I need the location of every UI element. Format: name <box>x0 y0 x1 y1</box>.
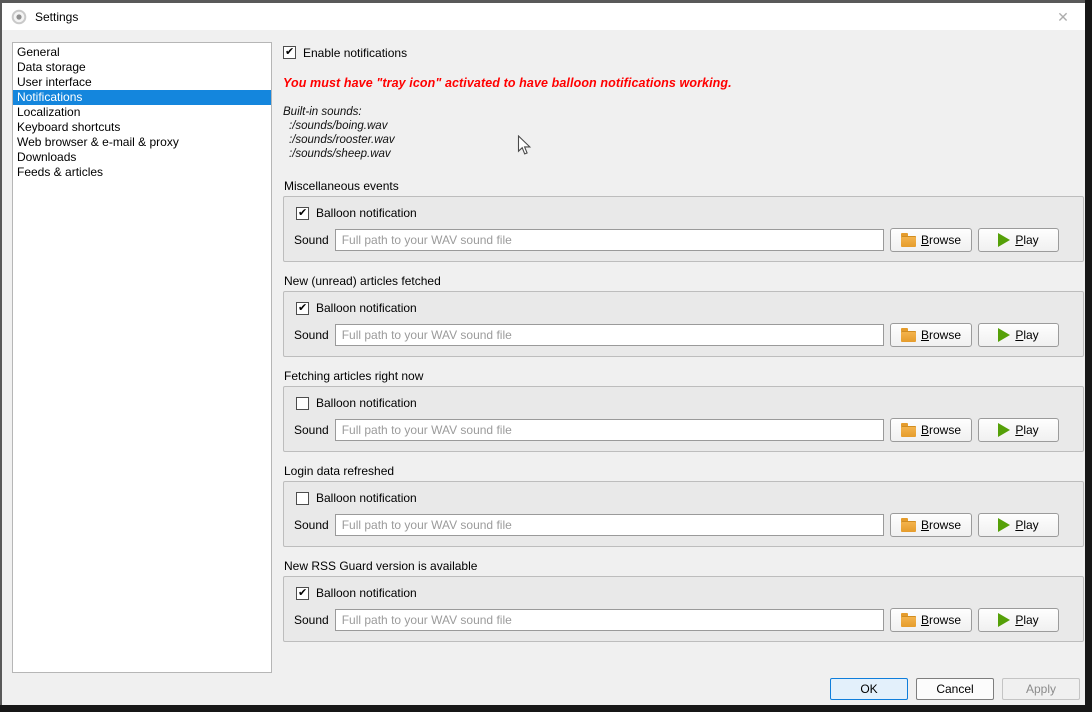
section-title: Login data refreshed <box>283 464 1084 478</box>
sound-label: Sound <box>294 423 329 437</box>
balloon-notification-label: Balloon notification <box>316 586 417 600</box>
browse-button[interactable]: Browse <box>890 228 972 252</box>
section-new-articles-fetched: New (unread) articles fetched Balloon no… <box>283 274 1084 357</box>
section-new-version-available: New RSS Guard version is available Ballo… <box>283 559 1084 642</box>
folder-icon <box>901 521 916 532</box>
balloon-notification-label: Balloon notification <box>316 206 417 220</box>
sound-label: Sound <box>294 233 329 247</box>
play-button[interactable]: Play <box>978 418 1059 442</box>
close-icon[interactable]: ✕ <box>1054 8 1072 26</box>
section-group-box: Balloon notification Sound Browse Play <box>283 291 1084 357</box>
sound-file-path: :/sounds/boing.wav <box>283 119 1084 133</box>
sidebar-item-localization[interactable]: Localization <box>13 105 271 120</box>
balloon-notification-checkbox[interactable] <box>296 587 309 600</box>
balloon-notification-checkbox[interactable] <box>296 302 309 315</box>
section-miscellaneous-events: Miscellaneous events Balloon notificatio… <box>283 179 1084 262</box>
play-icon <box>998 233 1010 247</box>
sound-path-input[interactable] <box>335 609 884 631</box>
sidebar-item-notifications[interactable]: Notifications <box>13 90 271 105</box>
section-title: New RSS Guard version is available <box>283 559 1084 573</box>
title-bar: Settings ✕ <box>2 3 1085 30</box>
sound-path-input[interactable] <box>335 324 884 346</box>
section-fetching-articles-now: Fetching articles right now Balloon noti… <box>283 369 1084 452</box>
folder-icon <box>901 331 916 342</box>
tray-icon-warning: You must have "tray icon" activated to h… <box>283 76 1084 90</box>
browse-button[interactable]: Browse <box>890 418 972 442</box>
folder-icon <box>901 236 916 247</box>
sidebar-item-user-interface[interactable]: User interface <box>13 75 271 90</box>
settings-category-list: General Data storage User interface Noti… <box>12 42 272 673</box>
window-title: Settings <box>35 10 78 24</box>
apply-button[interactable]: Apply <box>1002 678 1080 700</box>
section-title: Fetching articles right now <box>283 369 1084 383</box>
section-group-box: Balloon notification Sound Browse Play <box>283 196 1084 262</box>
section-group-box: Balloon notification Sound Browse Play <box>283 576 1084 642</box>
sound-path-input[interactable] <box>335 229 884 251</box>
section-group-box: Balloon notification Sound Browse Play <box>283 481 1084 547</box>
sound-path-input[interactable] <box>335 514 884 536</box>
folder-icon <box>901 426 916 437</box>
gear-icon <box>11 9 27 25</box>
sidebar-item-downloads[interactable]: Downloads <box>13 150 271 165</box>
balloon-notification-checkbox[interactable] <box>296 492 309 505</box>
browse-button[interactable]: Browse <box>890 608 972 632</box>
section-group-box: Balloon notification Sound Browse Play <box>283 386 1084 452</box>
section-title: New (unread) articles fetched <box>283 274 1084 288</box>
settings-dialog: Settings ✕ General Data storage User int… <box>0 0 1085 705</box>
ok-button[interactable]: OK <box>830 678 908 700</box>
sidebar-item-feeds-articles[interactable]: Feeds & articles <box>13 165 271 180</box>
section-title: Miscellaneous events <box>283 179 1084 193</box>
enable-notifications-checkbox[interactable] <box>283 46 296 59</box>
sidebar-item-web-browser-proxy[interactable]: Web browser & e-mail & proxy <box>13 135 271 150</box>
sound-file-path: :/sounds/rooster.wav <box>283 133 1084 147</box>
section-login-data-refreshed: Login data refreshed Balloon notificatio… <box>283 464 1084 547</box>
folder-icon <box>901 616 916 627</box>
play-icon <box>998 518 1010 532</box>
built-in-sounds-heading: Built-in sounds: <box>283 105 1084 119</box>
built-in-sounds-block: Built-in sounds: :/sounds/boing.wav :/so… <box>283 105 1084 161</box>
sidebar-item-general[interactable]: General <box>13 45 271 60</box>
enable-notifications-label: Enable notifications <box>303 46 407 60</box>
sound-label: Sound <box>294 518 329 532</box>
play-icon <box>998 423 1010 437</box>
play-button[interactable]: Play <box>978 228 1059 252</box>
balloon-notification-label: Balloon notification <box>316 301 417 315</box>
balloon-notification-checkbox[interactable] <box>296 207 309 220</box>
sound-file-path: :/sounds/sheep.wav <box>283 147 1084 161</box>
notifications-page: Enable notifications You must have "tray… <box>283 42 1084 654</box>
sound-label: Sound <box>294 613 329 627</box>
dialog-button-box: OK Cancel Apply <box>830 678 1080 700</box>
play-icon <box>998 613 1010 627</box>
play-icon <box>998 328 1010 342</box>
cancel-button[interactable]: Cancel <box>916 678 994 700</box>
balloon-notification-checkbox[interactable] <box>296 397 309 410</box>
balloon-notification-label: Balloon notification <box>316 491 417 505</box>
play-button[interactable]: Play <box>978 323 1059 347</box>
browse-button[interactable]: Browse <box>890 323 972 347</box>
sidebar-item-keyboard-shortcuts[interactable]: Keyboard shortcuts <box>13 120 271 135</box>
sidebar-item-data-storage[interactable]: Data storage <box>13 60 271 75</box>
browse-button[interactable]: Browse <box>890 513 972 537</box>
play-button[interactable]: Play <box>978 608 1059 632</box>
play-button[interactable]: Play <box>978 513 1059 537</box>
sound-label: Sound <box>294 328 329 342</box>
balloon-notification-label: Balloon notification <box>316 396 417 410</box>
sound-path-input[interactable] <box>335 419 884 441</box>
